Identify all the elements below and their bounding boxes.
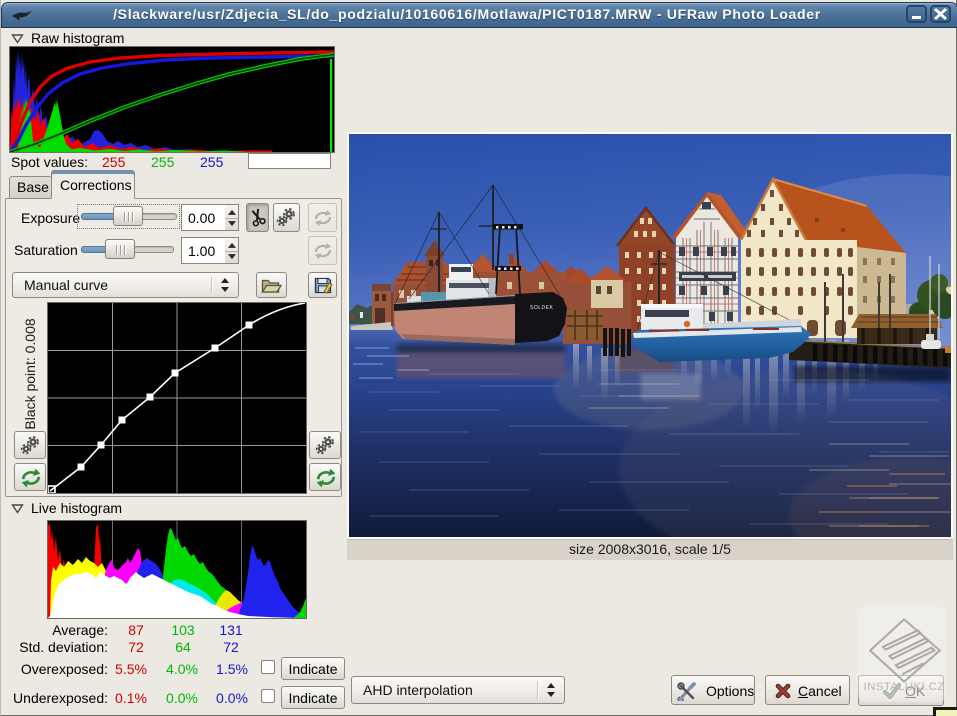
svg-text:INSTALUKI.CZ: INSTALUKI.CZ bbox=[864, 681, 945, 693]
svg-text:SOLDEK: SOLDEK bbox=[530, 305, 553, 311]
